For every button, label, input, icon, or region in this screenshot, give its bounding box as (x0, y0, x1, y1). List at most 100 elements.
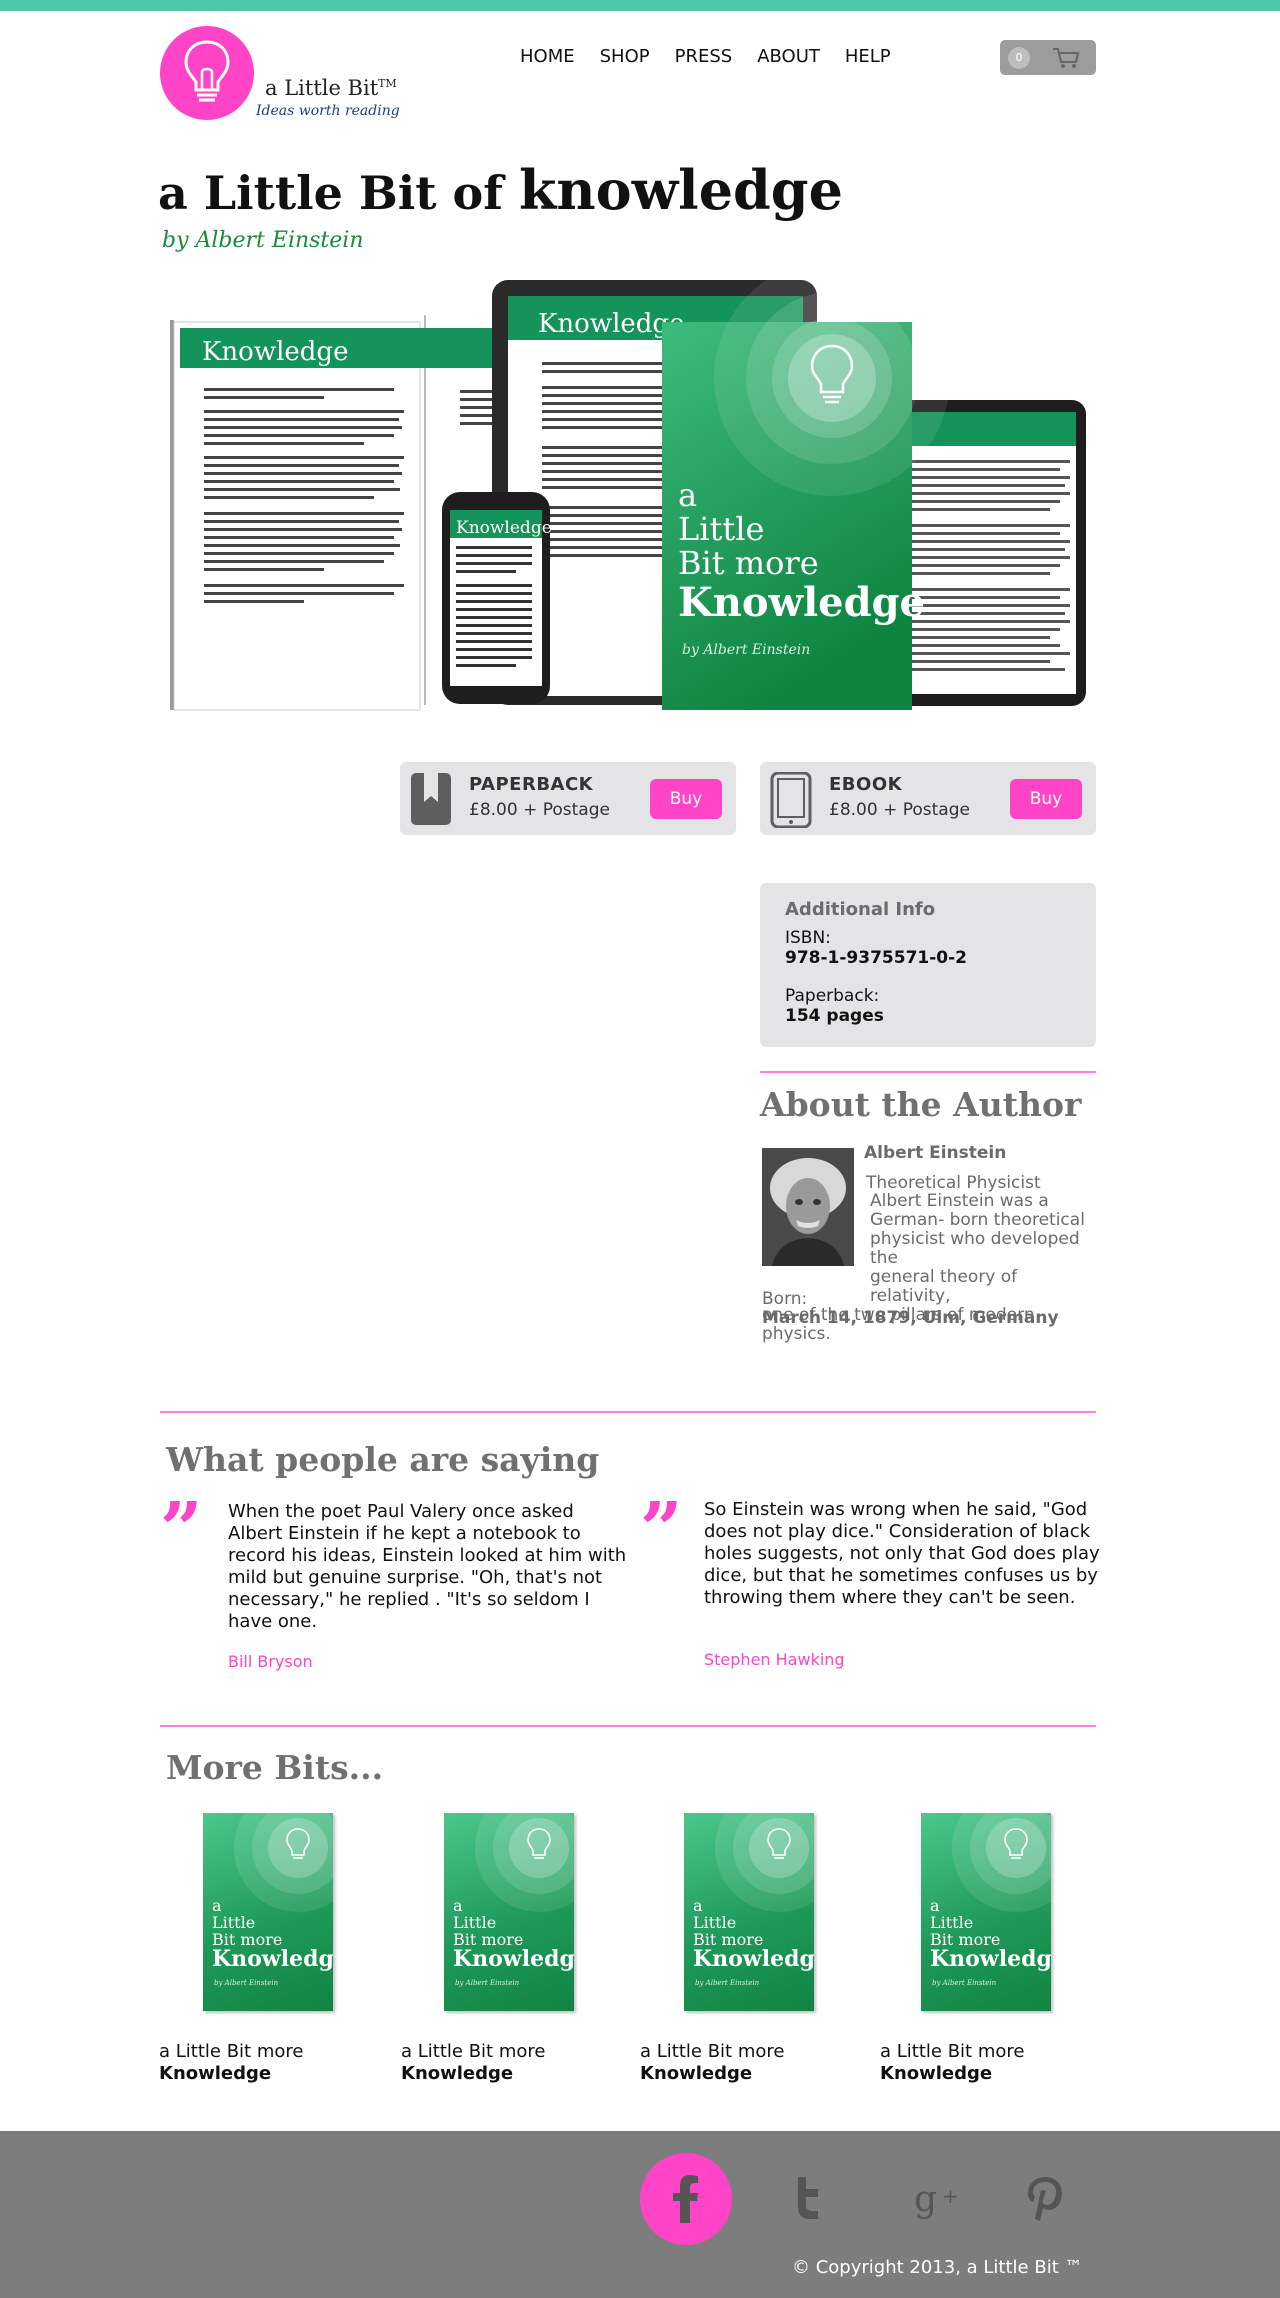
book-page-heading: Knowledge (202, 337, 348, 367)
nav-home[interactable]: HOME (520, 46, 575, 67)
main-nav: HOME SHOP PRESS ABOUT HELP (520, 46, 916, 67)
nav-shop[interactable]: SHOP (600, 46, 650, 67)
author-bio-line: Albert Einstein was a (870, 1191, 1049, 1211)
book-cover[interactable]: aLittleBit moreKnowledge by Albert Einst… (921, 1813, 1051, 2011)
book-cover-author: by Albert Einstein (695, 1979, 760, 1987)
paperback-price: £8.00 + Postage (469, 800, 610, 820)
copyright: © Copyright 2013, a Little Bit ™ (792, 2257, 1083, 2278)
divider (760, 1071, 1096, 1073)
nav-about[interactable]: ABOUT (757, 46, 820, 67)
book-caption[interactable]: a Little Bit more Knowledge (401, 2041, 545, 2085)
quote-icon: ” (640, 1487, 683, 1573)
book-caption[interactable]: a Little Bit more Knowledge (159, 2041, 303, 2085)
cover-title: Knowledge (678, 579, 925, 626)
cover-a: a (678, 476, 697, 514)
cart-button[interactable]: 0 (1000, 40, 1096, 75)
book-cover-title: aLittleBit moreKnowledge (212, 1897, 333, 1970)
page-title: a Little Bit of knowledge (158, 158, 843, 222)
paperback-label: PAPERBACK (469, 774, 594, 795)
tablet-icon (770, 772, 812, 828)
nav-help[interactable]: HELP (845, 46, 891, 67)
book-caption-title: Knowledge (159, 2063, 272, 2084)
divider (160, 1725, 1096, 1727)
ebook-purchase: EBOOK £8.00 + Postage Buy (760, 762, 1096, 835)
nav-press[interactable]: PRESS (675, 46, 733, 67)
cover-title: Knowledge (930, 1946, 1051, 1972)
author-role: Theoretical Physicist (866, 1173, 1041, 1193)
book-cover-author: by Albert Einstein (455, 1979, 520, 1987)
book-caption-title: Knowledge (640, 2063, 753, 2084)
pinterest-icon[interactable] (1000, 2153, 1092, 2245)
bookmark-icon (411, 773, 451, 825)
lightbulb-icon (184, 40, 230, 102)
svg-text:+: + (942, 2184, 959, 2208)
author-bio-line: general theory of relativity, (870, 1267, 1018, 1306)
format-label: Paperback: (785, 986, 880, 1006)
divider (160, 1411, 1096, 1413)
hero-devices-image: Knowledge Knowledge Knowledge a Little B… (160, 260, 1090, 730)
cover-title: Knowledge (212, 1946, 333, 1972)
top-accent-bar (0, 0, 1280, 11)
ebook-price: £8.00 + Postage (829, 800, 970, 820)
facebook-icon[interactable] (640, 2153, 732, 2245)
book-caption-line: a Little Bit more (640, 2041, 785, 2062)
phone-heading: Knowledge (456, 518, 552, 538)
book-caption-line: a Little Bit more (880, 2041, 1025, 2062)
info-heading: Additional Info (785, 899, 936, 920)
isbn-value: 978-1-9375571-0-2 (785, 948, 967, 968)
logo[interactable] (160, 26, 254, 120)
book-cover[interactable]: aLittleBit moreKnowledge by Albert Einst… (444, 1813, 574, 2011)
about-author-heading: About the Author (760, 1085, 1082, 1124)
book-cover-title: aLittleBit moreKnowledge (453, 1897, 574, 1970)
buy-paperback-button[interactable]: Buy (650, 779, 722, 819)
paperback-purchase: PAPERBACK £8.00 + Postage Buy (400, 762, 736, 835)
cover-title: Knowledge (693, 1946, 814, 1972)
book-caption-line: a Little Bit more (401, 2041, 546, 2062)
author-bio-line: physicist who developed the (870, 1229, 1080, 1268)
google-plus-icon[interactable]: g + (890, 2153, 982, 2245)
cart-icon (1053, 48, 1080, 68)
title-bold: knowledge (519, 158, 843, 222)
devices-illustration: Knowledge Knowledge Knowledge a Little B… (170, 260, 1086, 711)
author-bio-line: German- born theoretical (870, 1210, 1085, 1230)
byline: by Albert Einstein (162, 228, 364, 253)
cover-little: Little (678, 510, 764, 548)
twitter-icon[interactable] (762, 2153, 854, 2245)
book-caption-line: a Little Bit more (159, 2041, 304, 2062)
logo-tagline: Ideas worth reading (256, 103, 400, 119)
born-value: March 14, 1879, Ulm, Germany (762, 1308, 1059, 1328)
ebook-label: EBOOK (829, 774, 903, 795)
book-cover-author: by Albert Einstein (214, 1979, 279, 1987)
isbn-label: ISBN: (785, 928, 831, 948)
book-caption-title: Knowledge (880, 2063, 993, 2084)
trademark: TM (378, 77, 397, 90)
book-cover-author: by Albert Einstein (932, 1979, 997, 1987)
more-bits-heading: More Bits... (166, 1748, 384, 1787)
cover-bit-more: Bit more (678, 544, 819, 582)
book-caption-title: Knowledge (401, 2063, 514, 2084)
born-label: Born: (762, 1289, 808, 1309)
testimonial-text: When the poet Paul Valery once asked Alb… (228, 1501, 627, 1632)
book-cover-title: aLittleBit moreKnowledge (930, 1897, 1051, 1970)
title-prefix: a Little Bit of (158, 166, 503, 220)
quote-icon: ” (160, 1487, 203, 1573)
author-name: Albert Einstein (864, 1143, 1007, 1163)
testimonial-text: So Einstein was wrong when he said, "God… (704, 1499, 1100, 1608)
book-caption[interactable]: a Little Bit more Knowledge (640, 2041, 784, 2085)
cover-title: Knowledge (453, 1946, 574, 1972)
book-cover[interactable]: aLittleBit moreKnowledge by Albert Einst… (684, 1813, 814, 2011)
book-caption[interactable]: a Little Bit more Knowledge (880, 2041, 1024, 2085)
testimonial-author[interactable]: Stephen Hawking (704, 1650, 845, 1669)
book-cover[interactable]: aLittleBit moreKnowledge by Albert Einst… (203, 1813, 333, 2011)
book-cover-title: aLittleBit moreKnowledge (693, 1897, 814, 1970)
buy-ebook-button[interactable]: Buy (1010, 779, 1082, 819)
cart-count: 0 (1008, 47, 1030, 69)
additional-info-panel: Additional Info ISBN: 978-1-9375571-0-2 … (760, 883, 1096, 1047)
page-count: 154 pages (785, 1006, 884, 1026)
svg-text:g: g (914, 2179, 937, 2220)
logo-wordmark[interactable]: a Little BitTM (265, 76, 397, 100)
testimonial-author[interactable]: Bill Bryson (228, 1652, 313, 1671)
cover-author: by Albert Einstein (682, 642, 810, 658)
brand-name: a Little Bit (265, 76, 379, 100)
testimonials-heading: What people are saying (166, 1440, 600, 1479)
